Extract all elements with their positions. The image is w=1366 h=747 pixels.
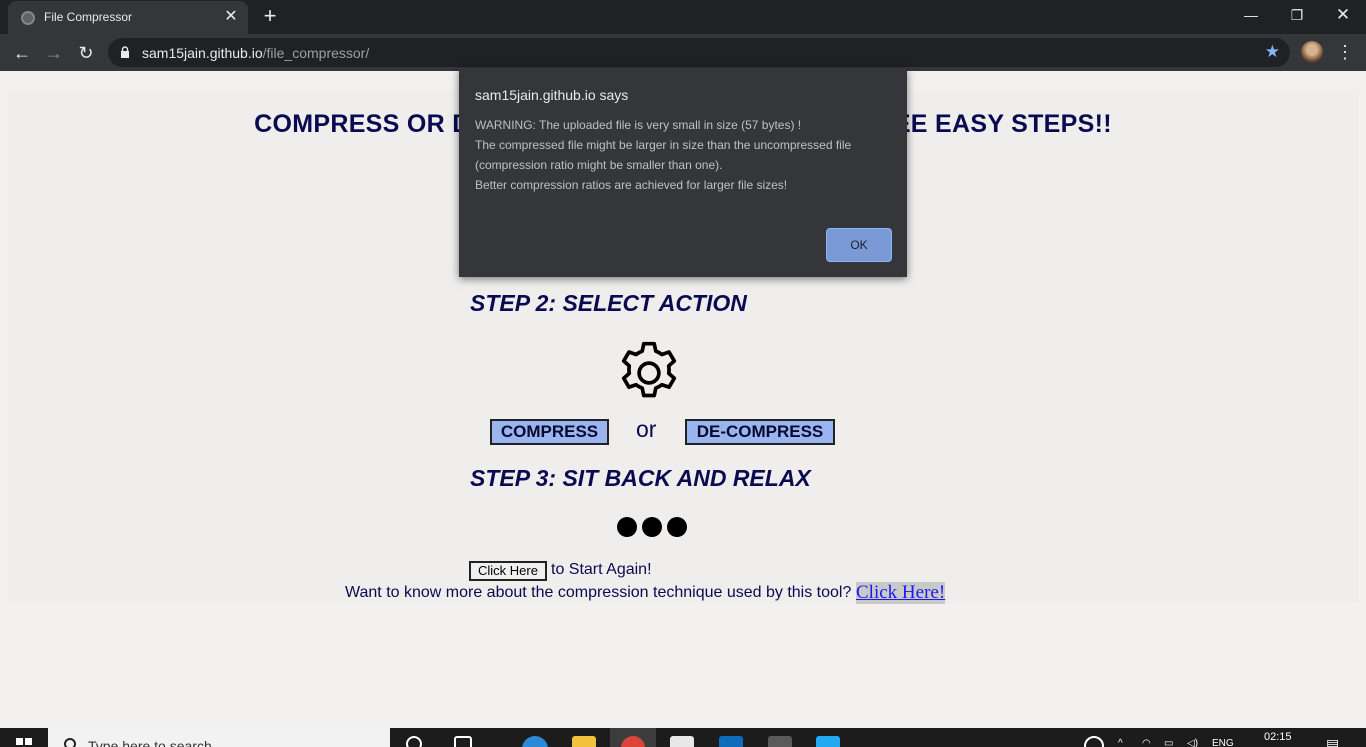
notifications-icon[interactable]: ▤ (1326, 736, 1339, 747)
language-indicator[interactable]: ENG (1212, 738, 1234, 747)
globe-icon (21, 11, 35, 25)
taskbar: Type here to search ^ ◠ ▭ ◁) ENG 02:15 ▤ (0, 728, 1366, 747)
tab-title: File Compressor (44, 10, 133, 24)
loading-dots (617, 517, 692, 542)
url-path: /file_compressor/ (262, 45, 370, 61)
step2-heading: STEP 2: SELECT ACTION (470, 290, 747, 316)
alert-dialog: sam15jain.github.io says WARNING: The up… (459, 68, 907, 277)
vscode-icon[interactable] (816, 736, 840, 747)
forward-icon[interactable]: → (41, 40, 67, 66)
dialog-line: The compressed file might be larger in s… (475, 138, 852, 152)
dialog-origin: sam15jain.github.io says (475, 87, 629, 103)
dialog-message: WARNING: The uploaded file is very small… (475, 115, 895, 195)
cortana-icon[interactable] (406, 736, 422, 747)
wifi-icon[interactable]: ◠ (1142, 738, 1151, 747)
clock-time[interactable]: 02:15 (1264, 731, 1292, 743)
restart-button[interactable]: Click Here (469, 561, 547, 581)
ok-button[interactable]: OK (826, 228, 892, 262)
step3-heading: STEP 3: SIT BACK AND RELAX (470, 465, 811, 491)
sublime-icon[interactable] (768, 736, 792, 747)
store-icon[interactable] (670, 736, 694, 747)
avatar[interactable] (1301, 41, 1323, 63)
browser-tabstrip: File Compressor ✕ + — ❐ ✕ (0, 0, 1366, 34)
new-tab-icon[interactable]: + (258, 5, 282, 29)
restart-text: to Start Again! (551, 561, 652, 578)
task-view-icon[interactable] (454, 736, 472, 747)
menu-icon[interactable]: ⋮ (1336, 41, 1354, 63)
dialog-line: WARNING: The uploaded file is very small… (475, 118, 802, 132)
dot (667, 517, 687, 537)
learn-more-link[interactable]: Click Here! (856, 582, 946, 604)
taskbar-search[interactable]: Type here to search (48, 728, 390, 747)
help-icon[interactable] (1084, 736, 1104, 747)
minimize-icon[interactable]: — (1228, 0, 1274, 30)
learn-more-text: Want to know more about the compression … (345, 584, 852, 601)
url-host: sam15jain.github.io (142, 45, 263, 61)
windows-start-icon[interactable] (16, 738, 32, 747)
file-explorer-icon[interactable] (572, 736, 596, 747)
close-tab-icon[interactable]: ✕ (222, 8, 240, 26)
dot (642, 517, 662, 537)
restore-icon[interactable]: ❐ (1274, 0, 1320, 30)
close-window-icon[interactable]: ✕ (1320, 0, 1366, 30)
dialog-line: Better compression ratios are achieved f… (475, 178, 788, 192)
search-icon (64, 738, 76, 747)
reload-icon[interactable]: ↻ (73, 40, 99, 66)
browser-tab[interactable]: File Compressor ✕ (8, 1, 248, 34)
dialog-line: (compression ratio might be smaller than… (475, 158, 723, 172)
lock-icon (121, 46, 129, 58)
volume-icon[interactable]: ◁) (1187, 738, 1198, 747)
edge-icon[interactable] (522, 736, 548, 747)
star-icon[interactable]: ★ (1265, 42, 1280, 62)
battery-icon[interactable]: ▭ (1164, 738, 1173, 747)
url-text: sam15jain.github.io/file_compressor/ (142, 45, 369, 61)
search-placeholder: Type here to search (88, 738, 212, 747)
back-icon[interactable]: ← (9, 40, 35, 66)
mail-icon[interactable] (719, 736, 743, 747)
compress-button[interactable]: COMPRESS (490, 419, 609, 445)
or-label: or (636, 416, 657, 442)
address-bar[interactable]: sam15jain.github.io/file_compressor/ ★ (108, 38, 1290, 67)
gear-icon (621, 341, 677, 398)
browser-toolbar: ← → ↻ sam15jain.github.io/file_compresso… (0, 34, 1366, 71)
decompress-button[interactable]: DE-COMPRESS (685, 419, 835, 445)
chevron-up-icon[interactable]: ^ (1118, 738, 1123, 747)
dot (617, 517, 637, 537)
